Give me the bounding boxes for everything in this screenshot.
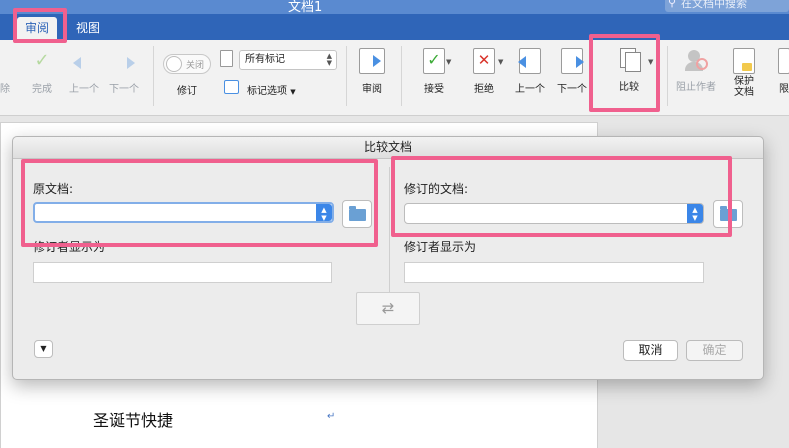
dropdown-caret-icon: ▼: [290, 88, 296, 96]
block-authors-icon: [683, 48, 709, 72]
delete-comment-icon: [0, 50, 11, 74]
reject-label: 拒绝: [474, 84, 494, 95]
markup-select-value: 所有标记: [245, 54, 285, 65]
revised-reviewer-input[interactable]: [404, 262, 704, 283]
restrict-button[interactable]: 限: [777, 48, 789, 95]
block-authors-button[interactable]: 阻止作者: [672, 48, 720, 93]
markup-doc-icon: [220, 50, 233, 67]
next-change-label: 下一个: [557, 84, 587, 95]
toggle-knob: [166, 56, 182, 72]
prev-change-button[interactable]: 上一个: [510, 48, 550, 95]
protect-label-line1: 保护: [734, 76, 754, 87]
delete-comment-button[interactable]: 除: [0, 50, 12, 95]
review-pane-icon: [359, 48, 385, 74]
next-change-button[interactable]: 下一个: [552, 48, 592, 95]
search-input[interactable]: ⚲ 在文档中搜索: [665, 0, 789, 12]
reject-button[interactable]: ✕ 拒绝: [462, 48, 506, 95]
block-authors-label: 阻止作者: [676, 82, 716, 93]
next-change-icon: [561, 48, 584, 74]
ok-button[interactable]: 确定: [686, 340, 743, 361]
next-comment-label: 下一个: [109, 84, 139, 95]
original-reviewer-input[interactable]: [33, 262, 332, 283]
search-placeholder: 在文档中搜索: [681, 0, 747, 10]
divider: [667, 46, 668, 106]
review-pane-label: 审阅: [362, 84, 382, 95]
document-text[interactable]: 圣诞节快捷: [93, 407, 173, 431]
prev-change-label: 上一个: [515, 84, 545, 95]
delete-comment-label: 除: [0, 84, 10, 95]
complete-button[interactable]: ✓ 完成: [26, 50, 58, 95]
next-comment-icon: [111, 50, 137, 74]
accept-dropdown-icon: ▼: [446, 58, 452, 66]
window-title: 文档1: [288, 0, 323, 15]
divider: [401, 46, 402, 106]
complete-label: 完成: [32, 84, 52, 95]
select-stepper-icon: ▲ ▼: [326, 52, 332, 67]
protect-label-line2: 文档: [734, 87, 754, 98]
search-icon: ⚲: [668, 0, 677, 9]
highlight-review-tab: [13, 8, 67, 43]
toggle-state-label: 关闭: [186, 61, 205, 71]
checkmark-icon: ✓: [34, 50, 50, 71]
track-label: 修订: [177, 86, 197, 97]
prev-comment-label: 上一个: [69, 84, 99, 95]
prev-comment-button[interactable]: 上一个: [66, 50, 102, 95]
ribbon-tabs: 审阅 视图: [0, 14, 789, 40]
prev-comment-icon: [71, 50, 97, 74]
accept-label: 接受: [424, 84, 444, 95]
reject-dropdown-icon: ▼: [498, 58, 504, 66]
reject-icon: ✕: [473, 48, 495, 74]
swap-documents-button[interactable]: ⇄: [356, 292, 420, 325]
markup-options-label: 标记选项: [247, 86, 287, 97]
markup-options-menu[interactable]: 标记选项 ▼: [247, 82, 296, 97]
highlight-original-document: [21, 159, 378, 247]
divider: [346, 46, 347, 106]
markup-options-icon: [224, 80, 239, 94]
lock-icon: [733, 48, 755, 74]
track-changes-toggle[interactable]: 关闭: [163, 54, 211, 74]
revised-reviewer-label: 修订者显示为: [404, 240, 477, 254]
restrict-label: 限: [779, 84, 789, 95]
accept-icon: ✓: [423, 48, 445, 74]
divider: [153, 46, 154, 106]
cancel-button[interactable]: 取消: [623, 340, 678, 361]
highlight-compare-button: [589, 34, 660, 112]
protect-document-button[interactable]: 保护 文档: [727, 48, 761, 98]
restrict-icon: [778, 48, 789, 74]
review-pane-button[interactable]: 审阅: [354, 48, 390, 95]
markup-display-select[interactable]: 所有标记 ▲ ▼: [239, 50, 337, 70]
next-comment-button[interactable]: 下一个: [106, 50, 142, 95]
prev-change-icon: [518, 48, 541, 74]
ribbon-toolbar: 除 ✓ 完成 上一个 下一个 关闭 修订 所有标记 ▲ ▼ 标记选项 ▼ 审阅 ✓…: [0, 40, 789, 116]
chevron-down-icon: ▼: [40, 344, 47, 353]
swap-arrows-icon: ⇄: [381, 299, 395, 317]
accept-button[interactable]: ✓ 接受: [412, 48, 456, 95]
expand-options-button[interactable]: ▼: [34, 340, 53, 358]
title-bar: 文档1 ⚲ 在文档中搜索: [0, 0, 789, 15]
tab-view[interactable]: 视图: [68, 17, 108, 40]
highlight-revised-document: [391, 156, 732, 237]
dialog-divider: [389, 167, 390, 295]
paragraph-mark-icon: ↵: [327, 411, 336, 422]
